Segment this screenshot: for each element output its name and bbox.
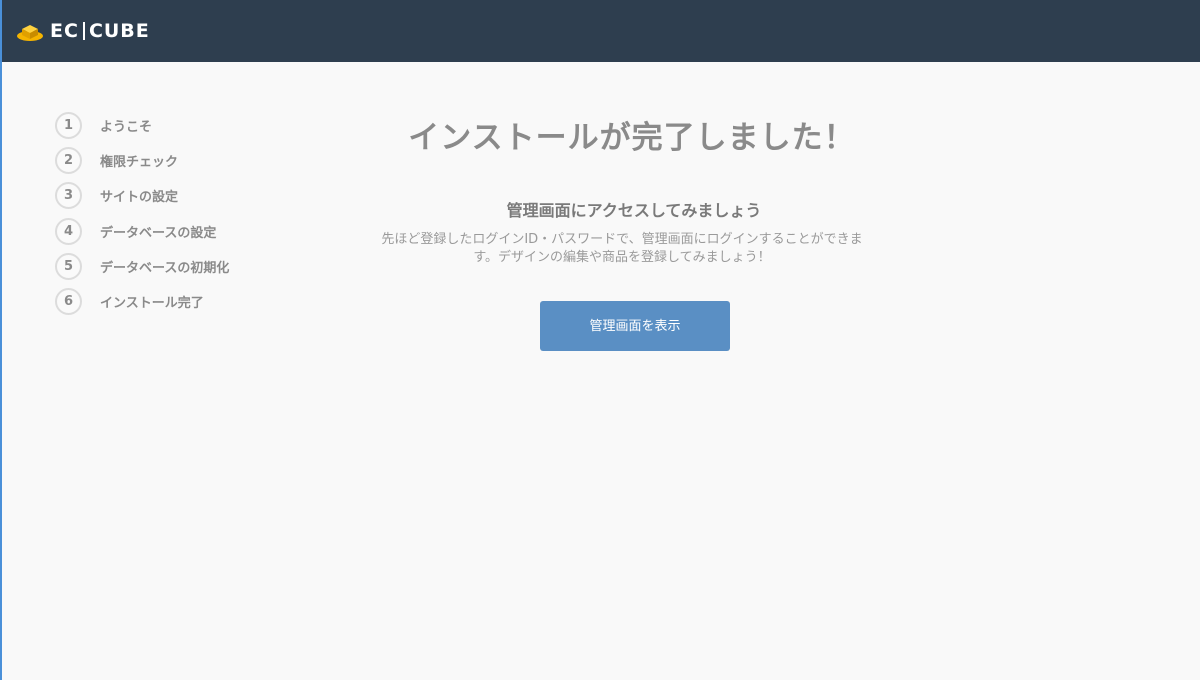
step-label: 権限チェック (100, 155, 179, 171)
description-line: す。デザインの編集や商品を登録してみましょう！ (473, 250, 771, 265)
step-number: 4 (55, 217, 82, 245)
step-label: データベースの初期化 (100, 260, 230, 276)
step-item: 3 サイトの設定 (55, 178, 315, 213)
step-number: 1 (55, 112, 82, 140)
step-number: 2 (55, 147, 82, 175)
step-number: 5 (55, 252, 82, 280)
page-title: インストールが完了しました！ (408, 120, 856, 156)
step-number: 6 (55, 288, 82, 316)
app-window: EC CUBE 1 ようこそ 2 権限チェック 3 サイトの設定 4 データベー… (0, 0, 1200, 680)
description-text: 先ほど登録したログインID・パスワードで、管理画面にログインすることができま す… (332, 231, 902, 267)
main-content: インストールが完了しました！ 管理画面にアクセスしてみましょう 先ほど登録したロ… (332, 100, 902, 351)
button-container: 管理画面を表示 (332, 301, 902, 351)
step-item: 1 ようこそ (55, 108, 315, 143)
header-bar: EC CUBE (2, 0, 1200, 62)
show-admin-button[interactable]: 管理画面を表示 (540, 301, 730, 351)
logo-text-left: EC (50, 20, 79, 42)
step-item: 5 データベースの初期化 (55, 249, 315, 284)
step-number: 3 (55, 182, 82, 210)
eccube-logo[interactable]: EC CUBE (16, 11, 150, 51)
step-item: 2 権限チェック (55, 143, 315, 178)
step-item: 6 インストール完了 (55, 284, 315, 319)
logo-separator (82, 22, 85, 40)
cube-logo-icon (17, 25, 43, 41)
logo-text: EC CUBE (50, 20, 150, 42)
section-heading: 管理画面にアクセスしてみましょう (506, 201, 762, 220)
logo-text-right: CUBE (88, 20, 150, 42)
install-steps: 1 ようこそ 2 権限チェック 3 サイトの設定 4 データベースの設定 5 デ… (55, 108, 315, 319)
step-label: インストール完了 (100, 296, 204, 312)
step-label: データベースの設定 (100, 225, 217, 241)
step-label: ようこそ (100, 120, 153, 136)
step-label: サイトの設定 (100, 190, 179, 206)
step-item: 4 データベースの設定 (55, 214, 315, 249)
description-line: 先ほど登録したログインID・パスワードで、管理画面にログインすることができま (381, 232, 863, 247)
